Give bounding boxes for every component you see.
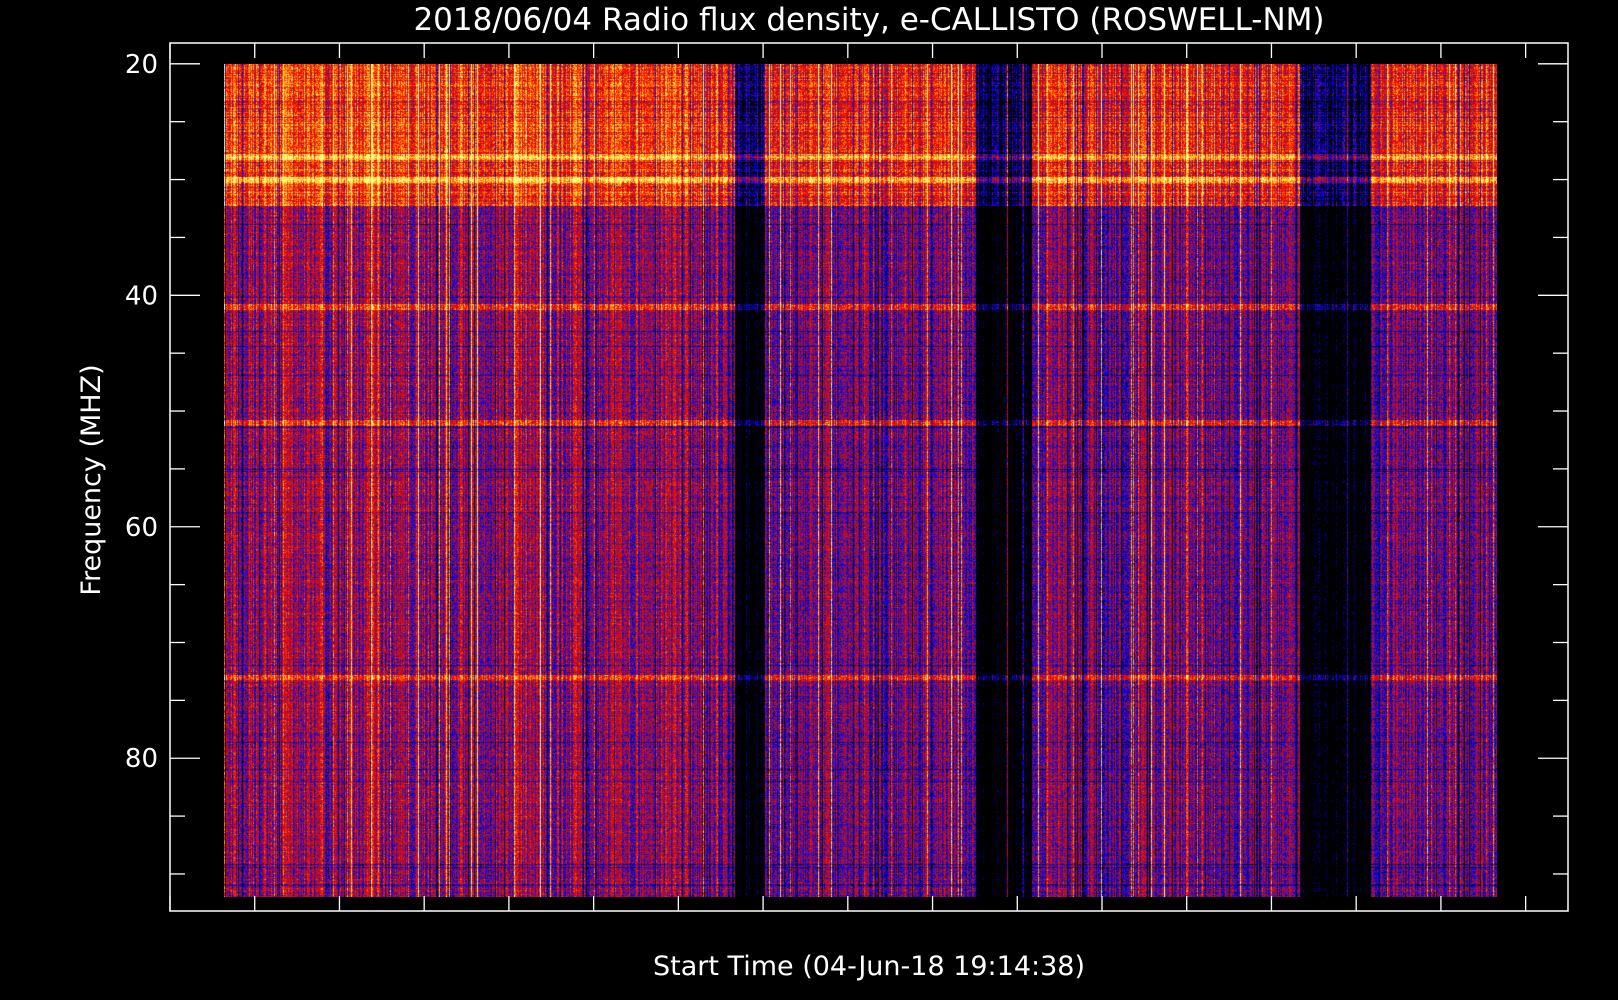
y-tick-label: 60 [125,513,158,543]
y-tick-label: 20 [125,50,158,80]
y-axis-label: Frequency (MHZ) [76,364,107,595]
spectrogram-chart: 2018/06/04 Radio flux density, e-CALLIST… [0,0,1618,1000]
y-tick-label: 80 [125,744,158,774]
x-axis-label: Start Time (04-Jun-18 19:14:38) [653,951,1085,982]
heatmap-raster [224,64,1497,897]
heatmap-image [224,64,1497,897]
plot-area [224,64,1497,897]
y-tick-label: 40 [125,281,158,311]
chart-title: 2018/06/04 Radio flux density, e-CALLIST… [413,2,1324,38]
